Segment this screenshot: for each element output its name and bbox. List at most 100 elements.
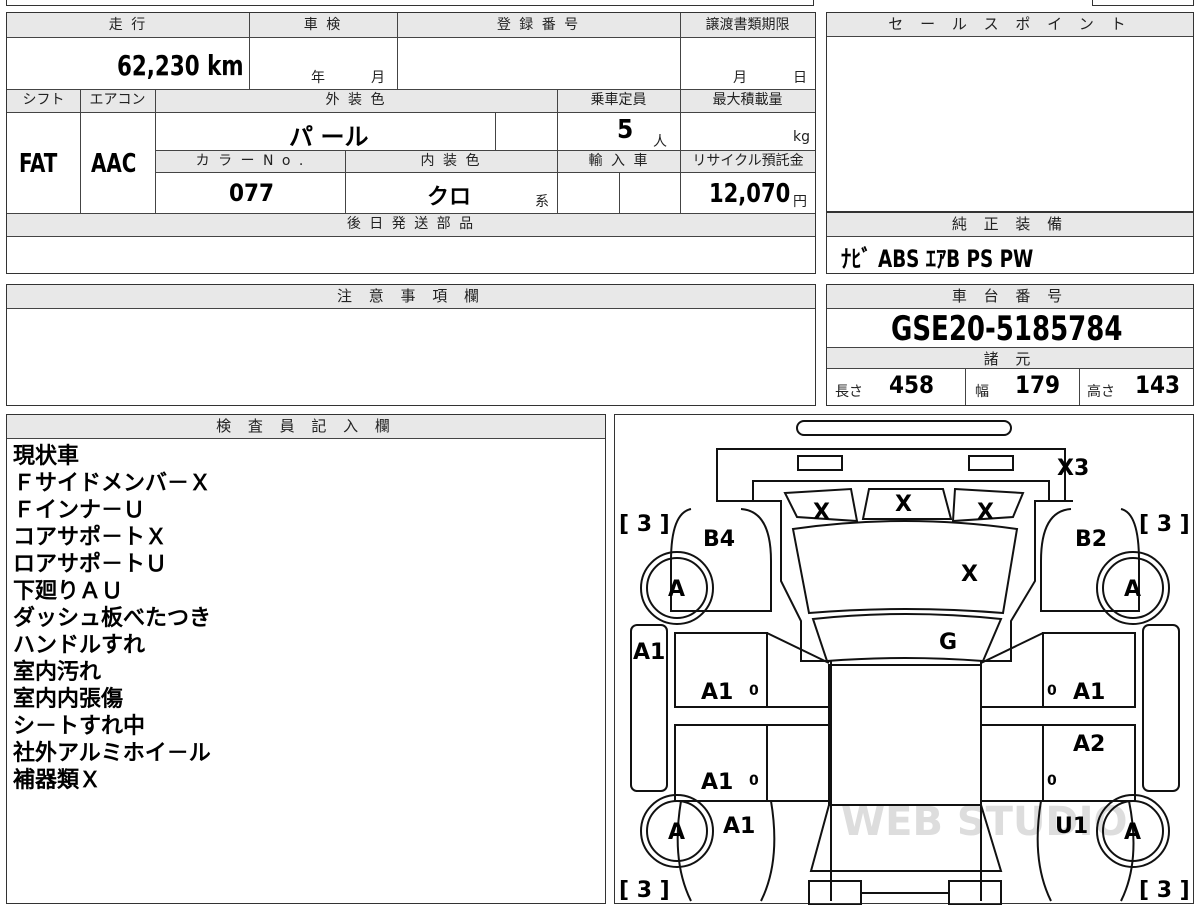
width-label: 幅 bbox=[975, 384, 989, 400]
mark-door-rr-sub: 0 bbox=[1047, 773, 1057, 789]
mark-tire-count-fr: [ 3 ] bbox=[1139, 512, 1190, 537]
mark-tire-count-fl: [ 3 ] bbox=[619, 512, 670, 537]
exterior-color-value: パ ール bbox=[289, 123, 369, 151]
windshield bbox=[811, 613, 1003, 663]
mark-grille-center: X bbox=[895, 492, 912, 517]
inspector-notes-list: 現状車 Ｆサイドメンバ－Ｘ Ｆインナ－Ｕ コアサポ－トＸ ロアサポ－トＵ 下廻りＡＵ ダッシ… bbox=[13, 443, 211, 794]
recycle-unit: 円 bbox=[793, 194, 807, 210]
mark-hood: X bbox=[961, 562, 978, 587]
inspector-note-line: ダッシュ板べたつき bbox=[13, 606, 212, 631]
mark-fender-left: B4 bbox=[703, 527, 735, 552]
mark-wheel-fl: A bbox=[668, 577, 685, 602]
max-load-unit: kg bbox=[793, 129, 810, 145]
mark-windshield: G bbox=[939, 630, 957, 655]
inspection-year-unit: 年 bbox=[311, 70, 325, 86]
mark-door-rr: A2 bbox=[1073, 732, 1105, 757]
color-no-label: カ ラ ー N o . bbox=[156, 151, 345, 172]
fog-lamp-left bbox=[797, 455, 843, 471]
mark-door-fr: A1 bbox=[1073, 680, 1105, 705]
width-value: 179 bbox=[1015, 371, 1061, 399]
mark-door-fl: A1 bbox=[701, 680, 733, 705]
mark-tire-count-rr: [ 3 ] bbox=[1139, 878, 1190, 903]
inspector-note-line: 室内内張傷 bbox=[13, 687, 124, 712]
recycle-fee-value: 12,070 bbox=[709, 179, 791, 209]
inspector-note-line: 社外アルミホイ－ル bbox=[13, 741, 211, 766]
equipment-panel: 純 正 装 備 ﾅﾋﾞ ABS ｴｱB PS PW bbox=[826, 212, 1194, 274]
mark-door-fr-sub: 0 bbox=[1047, 683, 1057, 699]
interior-color-label: 内 装 色 bbox=[345, 151, 557, 172]
notes-label: 注 意 事 項 欄 bbox=[7, 285, 815, 309]
sales-point-label: セ ー ル ス ポ イ ン ト bbox=[827, 13, 1193, 37]
interior-color-suffix: 系 bbox=[535, 194, 549, 210]
front-spoiler bbox=[796, 420, 1012, 436]
transfer-month-unit: 月 bbox=[733, 70, 747, 86]
sales-point-panel: セ ー ル ス ポ イ ン ト bbox=[826, 12, 1194, 212]
exterior-color-label: 外 装 色 bbox=[155, 90, 557, 112]
inspector-note-line: コアサポ－トＸ bbox=[13, 525, 168, 550]
mark-door-rl: A1 bbox=[701, 770, 733, 795]
mark-grille-right: X bbox=[977, 500, 994, 525]
import-label: 輸 入 車 bbox=[558, 151, 680, 172]
interior-color-value: クロ bbox=[427, 185, 472, 210]
car-diagram: WEB STUDIO X3 X X X X G B4 B2 [3] [3 … bbox=[619, 420, 1190, 905]
mark-front-bumper: X3 bbox=[1057, 456, 1089, 481]
shift-label: シフト bbox=[7, 90, 80, 112]
height-value: 143 bbox=[1135, 371, 1181, 399]
transfer-day-unit: 日 bbox=[793, 70, 807, 86]
inspector-label: 検 査 員 記 入 欄 bbox=[7, 415, 605, 439]
mark-rear-fender-left: A1 bbox=[723, 814, 755, 839]
transfer-deadline-label: 譲渡書類期限 bbox=[680, 13, 815, 37]
car-diagram-panel: WEB STUDIO X3 X X X X G B4 B2 [3] [3 … bbox=[614, 414, 1194, 905]
inspector-note-line: 補器類Ｘ bbox=[13, 768, 102, 793]
inspector-note-line: ロアサポ－トＵ bbox=[13, 552, 168, 577]
roof bbox=[828, 664, 982, 806]
mark-grille-left: X bbox=[813, 500, 830, 525]
recycle-label: リサイクル預託金 bbox=[681, 151, 815, 172]
mark-tire-count-rl: [ 3 ] bbox=[619, 878, 670, 903]
mark-fender-right: B2 bbox=[1075, 527, 1107, 552]
capacity-value: 5 bbox=[617, 115, 634, 145]
mileage-value: 62,230 km bbox=[117, 49, 244, 82]
top-strip bbox=[6, 0, 814, 6]
top-strip-right bbox=[1092, 0, 1194, 6]
rear-bumper-left bbox=[808, 880, 862, 905]
aircon-label: エアコン bbox=[80, 90, 155, 112]
inspector-note-line: シ－トすれ中 bbox=[13, 714, 146, 739]
mark-rear-fender-right: U1 bbox=[1055, 814, 1088, 839]
aircon-value: AAC bbox=[91, 149, 137, 179]
specs-label: 諸 元 bbox=[827, 347, 1193, 369]
inspection-label: 車 検 bbox=[249, 13, 397, 37]
mileage-label: 走 行 bbox=[7, 13, 249, 37]
inspection-month-unit: 月 bbox=[371, 70, 385, 86]
capacity-unit: 人 bbox=[653, 134, 667, 150]
inspector-panel: 検 査 員 記 入 欄 現状車 Ｆサイドメンバ－Ｘ Ｆインナ－Ｕ コアサポ－トＸ ロアサ… bbox=[6, 414, 606, 904]
mark-door-fl-sub: 0 bbox=[749, 683, 759, 699]
chassis-number: GSE20-5185784 bbox=[891, 309, 1123, 349]
hood bbox=[791, 520, 1019, 615]
notes-panel: 注 意 事 項 欄 bbox=[6, 284, 816, 406]
inspector-note-line: ハンドルすれ bbox=[13, 633, 146, 658]
mark-wheel-rr: A bbox=[1124, 820, 1141, 845]
chassis-panel: 車 台 番 号 GSE20-5185784 諸 元 長さ 458 幅 179 高… bbox=[826, 284, 1194, 406]
max-load-label: 最大積載量 bbox=[680, 90, 815, 112]
vehicle-info-panel: 走 行 車 検 登 録 番 号 譲渡書類期限 62,230 km 年 月 月 日… bbox=[6, 12, 816, 274]
color-no-value: 077 bbox=[229, 179, 275, 207]
later-parts-label: 後 日 発 送 部 品 bbox=[7, 214, 815, 236]
length-label: 長さ bbox=[835, 384, 863, 400]
inspector-note-line: Ｆサイドメンバ－Ｘ bbox=[13, 471, 212, 496]
registration-label: 登 録 番 号 bbox=[397, 13, 680, 37]
fog-lamp-right bbox=[968, 455, 1014, 471]
mark-wheel-rl: A bbox=[668, 820, 685, 845]
inspector-note-line: 現状車 bbox=[13, 444, 80, 469]
equipment-items: ﾅﾋﾞ ABS ｴｱB PS PW bbox=[841, 245, 1034, 273]
inspector-note-line: 室内汚れ bbox=[13, 660, 102, 685]
side-skirt-right bbox=[1142, 624, 1180, 792]
inspector-note-line: Ｆインナ－Ｕ bbox=[13, 498, 146, 523]
height-label: 高さ bbox=[1087, 384, 1115, 400]
mark-side-left: A1 bbox=[633, 640, 665, 665]
inspector-note-line: 下廻りＡＵ bbox=[13, 579, 124, 604]
equipment-label: 純 正 装 備 bbox=[827, 213, 1193, 237]
mark-wheel-fr: A bbox=[1124, 577, 1141, 602]
capacity-label: 乗車定員 bbox=[557, 90, 680, 112]
shift-value: FAT bbox=[19, 149, 58, 179]
